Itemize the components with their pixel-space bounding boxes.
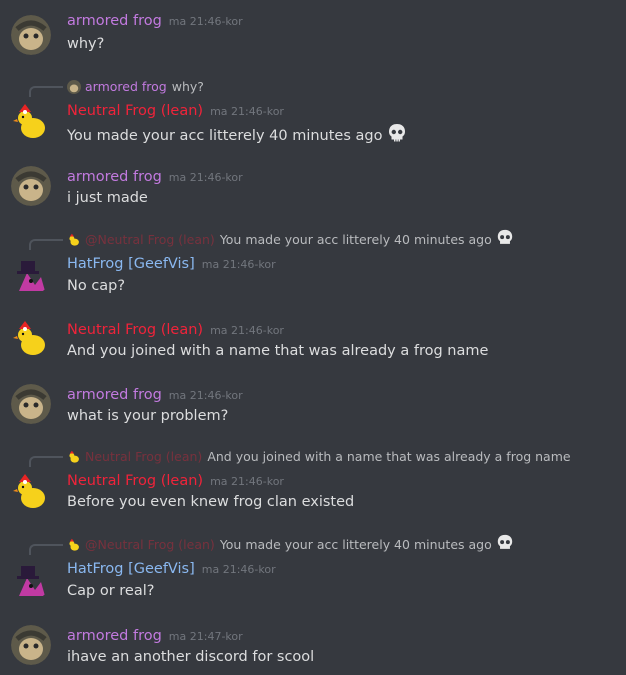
timestamp: ma 21:46-kor bbox=[168, 389, 243, 402]
skull-icon bbox=[496, 534, 514, 557]
reply-spine bbox=[29, 456, 63, 467]
message-text: And you joined with a name that was alre… bbox=[67, 343, 489, 359]
message-text: ihave an another discord for scool bbox=[67, 649, 315, 665]
skull-icon bbox=[496, 229, 514, 252]
chick-icon bbox=[67, 450, 81, 464]
author-name[interactable]: Neutral Frog (lean) bbox=[67, 103, 203, 119]
reply-reference[interactable]: armored frog why? bbox=[67, 78, 204, 96]
reply-spine bbox=[29, 86, 63, 97]
reply-author[interactable]: @Neutral Frog (lean) bbox=[85, 231, 215, 249]
reply-text: You made your acc litterely 40 minutes a… bbox=[219, 232, 492, 247]
author-name[interactable]: Neutral Frog (lean) bbox=[67, 473, 203, 489]
reply-reference[interactable]: @Neutral Frog (lean) You made your acc l… bbox=[67, 534, 514, 557]
reply-reference[interactable]: @Neutral Frog (lean) You made your acc l… bbox=[67, 229, 514, 252]
timestamp: ma 21:46-kor bbox=[210, 475, 284, 488]
frog-icon[interactable] bbox=[11, 166, 51, 206]
timestamp: ma 21:46-kor bbox=[210, 105, 284, 118]
timestamp: ma 21:46-kor bbox=[210, 324, 284, 337]
chick-icon bbox=[67, 538, 81, 552]
hat-icon[interactable] bbox=[11, 560, 51, 600]
message-text: Cap or real? bbox=[67, 583, 155, 599]
message-text: No cap? bbox=[67, 278, 126, 294]
timestamp: ma 21:47-kor bbox=[168, 630, 243, 643]
frog-icon[interactable] bbox=[11, 625, 51, 665]
skull-icon bbox=[387, 123, 407, 149]
reply-spine bbox=[29, 544, 63, 555]
chat-messages: armored frog ma 21:46-kor why? armored fr… bbox=[0, 0, 626, 675]
message-text: i just made bbox=[67, 190, 148, 206]
timestamp: ma 21:46-kor bbox=[201, 563, 276, 576]
chick-icon bbox=[67, 233, 81, 247]
message-text: You made your acc litterely 40 minutes a… bbox=[67, 123, 407, 149]
timestamp: ma 21:46-kor bbox=[168, 15, 243, 28]
author-name[interactable]: armored frog bbox=[67, 628, 162, 644]
timestamp: ma 21:46-kor bbox=[201, 258, 276, 271]
message-text: what is your problem? bbox=[67, 408, 229, 424]
reply-text: why? bbox=[171, 79, 204, 94]
message-text: why? bbox=[67, 36, 105, 52]
reply-author[interactable]: armored frog bbox=[85, 78, 167, 96]
frog-icon bbox=[67, 80, 81, 94]
author-name[interactable]: armored frog bbox=[67, 13, 162, 29]
timestamp: ma 21:46-kor bbox=[168, 171, 243, 184]
author-name[interactable]: HatFrog [GeefVis] bbox=[67, 256, 195, 272]
hat-icon[interactable] bbox=[11, 255, 51, 295]
chick-icon[interactable] bbox=[11, 472, 51, 512]
reply-author[interactable]: Neutral Frog (lean) bbox=[85, 448, 202, 466]
frog-icon[interactable] bbox=[11, 15, 51, 55]
author-name[interactable]: Neutral Frog (lean) bbox=[67, 322, 203, 338]
chick-icon[interactable] bbox=[11, 102, 51, 142]
message-text: Before you even knew frog clan existed bbox=[67, 494, 355, 510]
author-name[interactable]: HatFrog [GeefVis] bbox=[67, 561, 195, 577]
reply-spine bbox=[29, 239, 63, 250]
message-text-value: You made your acc litterely 40 minutes a… bbox=[67, 128, 383, 144]
reply-text: And you joined with a name that was alre… bbox=[207, 449, 571, 464]
author-name[interactable]: armored frog bbox=[67, 169, 162, 185]
chick-icon[interactable] bbox=[11, 319, 51, 359]
reply-reference[interactable]: Neutral Frog (lean) And you joined with … bbox=[67, 448, 571, 466]
frog-icon[interactable] bbox=[11, 384, 51, 424]
reply-author[interactable]: @Neutral Frog (lean) bbox=[85, 536, 215, 554]
reply-text: You made your acc litterely 40 minutes a… bbox=[219, 537, 492, 552]
author-name[interactable]: armored frog bbox=[67, 387, 162, 403]
